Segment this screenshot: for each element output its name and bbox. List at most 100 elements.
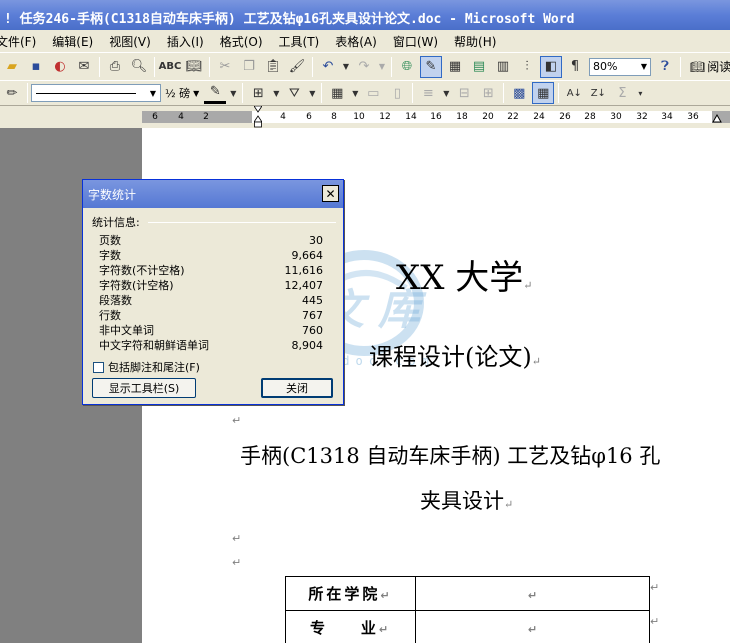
horizontal-ruler[interactable]: 6 4 2 4 6 8 10 12 14 16 18 20 22 24 26 2…: [0, 106, 730, 128]
draw-table-icon[interactable]: ✏: [1, 82, 23, 104]
close-icon[interactable]: ✕: [322, 185, 339, 202]
dialog-title-bar[interactable]: 字数统计 ✕: [83, 180, 343, 208]
merge-cells-icon[interactable]: ▭: [362, 82, 384, 104]
sort-ascending-icon[interactable]: A↓: [563, 82, 585, 104]
shading-dropdown-icon[interactable]: ▼: [307, 82, 317, 104]
document-title: XX 大学↵: [396, 250, 532, 299]
redo-dropdown-icon[interactable]: ▼: [377, 56, 387, 78]
document-title-text: XX 大学: [396, 258, 524, 298]
menu-help[interactable]: 帮助(H): [448, 33, 502, 50]
toolbar-separator: [99, 56, 100, 77]
cut-icon[interactable]: ✂: [214, 56, 236, 78]
ruler-number: 8: [331, 112, 337, 122]
border-color-icon[interactable]: ✎: [204, 82, 227, 104]
cell-label-text: 所在学院: [308, 585, 381, 603]
close-button[interactable]: 关闭: [261, 378, 333, 398]
permission-icon[interactable]: ◐: [49, 56, 71, 78]
ruler-number: 36: [687, 112, 699, 122]
table-cell-value[interactable]: ↵: [415, 610, 650, 643]
word-count-dialog: 字数统计 ✕ 统计信息: 页数 30 字数 9,664 字符数(不计空格) 11…: [82, 179, 344, 405]
autoformat-icon[interactable]: ▩: [508, 82, 530, 104]
undo-icon[interactable]: ↶: [317, 56, 339, 78]
table-row: 专 业↵ ↵: [285, 610, 650, 643]
menu-window[interactable]: 窗口(W): [387, 33, 444, 50]
zoom-value: 80%: [593, 60, 618, 73]
paragraph-mark: ↵: [527, 588, 538, 602]
format-painter-icon[interactable]: 🖌︎: [286, 56, 308, 78]
columns-icon[interactable]: ▥: [492, 56, 514, 78]
help-icon[interactable]: ❓︎: [654, 56, 676, 78]
line-weight-select[interactable]: ½ 磅 ▼: [165, 85, 199, 101]
window-title: ! 任务246-手柄(C1318自动车床手柄) 工艺及钻φ16孔夹具设计论文.d…: [4, 12, 575, 27]
sort-descending-icon[interactable]: Z↓: [587, 82, 609, 104]
insert-table-icon[interactable]: ▦: [326, 82, 348, 104]
show-hide-icon[interactable]: ¶: [564, 56, 586, 78]
print-preview-icon[interactable]: 🔍︎: [128, 56, 150, 78]
menu-table[interactable]: 表格(A): [329, 33, 383, 50]
ruler-number: 24: [533, 112, 545, 122]
redo-icon[interactable]: ↷: [353, 56, 375, 78]
table-cell-label[interactable]: 专 业↵: [285, 610, 416, 643]
menu-tools[interactable]: 工具(T): [273, 33, 326, 50]
include-footnotes-option[interactable]: 包括脚注和尾注(F): [93, 359, 200, 375]
stat-row-non-chinese-words: 非中文单词 760: [99, 323, 323, 338]
table-cell-label[interactable]: 所在学院↵: [285, 576, 416, 611]
stat-value: 12,407: [284, 279, 324, 292]
include-footnotes-checkbox[interactable]: [93, 361, 104, 373]
table-cell-value[interactable]: ↵: [415, 576, 650, 611]
spelling-icon[interactable]: ABC: [159, 56, 182, 78]
line-style-preview: [36, 92, 136, 94]
paste-icon[interactable]: 📋︎: [262, 56, 284, 78]
insert-table-icon[interactable]: ▦: [444, 56, 466, 78]
show-toolbar-button[interactable]: 显示工具栏(S): [92, 378, 196, 398]
insert-excel-icon[interactable]: ▤: [468, 56, 490, 78]
chevron-down-icon: ▼: [149, 88, 156, 98]
stat-label: 字符数(计空格): [99, 279, 174, 292]
hyperlink-icon[interactable]: 🌐︎: [396, 56, 418, 78]
copy-icon[interactable]: ❐: [238, 56, 260, 78]
ruler-number: 26: [559, 112, 571, 122]
border-dropdown-icon[interactable]: ▼: [271, 82, 281, 104]
split-cells-icon[interactable]: ▯: [386, 82, 408, 104]
menu-edit[interactable]: 编辑(E): [46, 33, 99, 50]
stat-row-paragraphs: 段落数 445: [99, 293, 323, 308]
read-mode-button[interactable]: 📖︎ 阅读: [690, 58, 730, 75]
shading-color-icon[interactable]: ⛛: [283, 82, 305, 104]
stat-row-chars-with-spaces: 字符数(计空格) 12,407: [99, 278, 323, 293]
email-icon[interactable]: ✉: [73, 56, 95, 78]
menu-insert[interactable]: 插入(I): [161, 33, 210, 50]
hide-gridlines-icon[interactable]: ▦: [532, 82, 555, 104]
paragraph-mark: ↵: [378, 623, 392, 636]
table-dropdown-icon[interactable]: ▼: [350, 82, 360, 104]
toolbar-separator: [412, 83, 414, 103]
indent-marker-icon[interactable]: [254, 106, 262, 128]
align-dropdown-icon[interactable]: ▼: [441, 82, 451, 104]
toolbar-options-icon[interactable]: ▾: [635, 82, 645, 104]
line-style-select[interactable]: ▼: [31, 84, 161, 102]
book-icon: 📖︎: [690, 59, 706, 74]
distribute-columns-icon[interactable]: ⊞: [477, 82, 499, 104]
border-color-dropdown-icon[interactable]: ▼: [228, 82, 238, 104]
stat-value: 445: [302, 294, 323, 307]
ruler-number: 4: [280, 112, 286, 122]
menu-file[interactable]: 文件(F): [0, 33, 42, 50]
outside-border-icon[interactable]: ⊞: [247, 82, 269, 104]
ruler-number: 20: [482, 112, 494, 122]
line-weight-value: ½ 磅: [165, 87, 191, 100]
menu-view[interactable]: 视图(V): [103, 33, 157, 50]
stat-row-pages: 页数 30: [99, 233, 323, 248]
save-icon[interactable]: ▪: [25, 56, 47, 78]
open-icon[interactable]: ▰: [1, 56, 23, 78]
undo-dropdown-icon[interactable]: ▼: [341, 56, 351, 78]
print-icon[interactable]: ⎙: [104, 56, 126, 78]
document-map-icon[interactable]: ◧: [540, 55, 562, 78]
right-indent-marker-icon[interactable]: [712, 114, 722, 124]
align-icon[interactable]: ≡: [417, 82, 439, 104]
zoom-select[interactable]: 80% ▼: [589, 57, 651, 76]
autosum-icon[interactable]: Σ: [611, 82, 633, 104]
drawing-icon[interactable]: ⫶: [516, 56, 538, 78]
tables-borders-icon[interactable]: ✎: [420, 55, 442, 78]
distribute-rows-icon[interactable]: ⊟: [453, 82, 475, 104]
research-icon[interactable]: 📖︎: [183, 56, 205, 78]
menu-format[interactable]: 格式(O): [214, 33, 269, 50]
